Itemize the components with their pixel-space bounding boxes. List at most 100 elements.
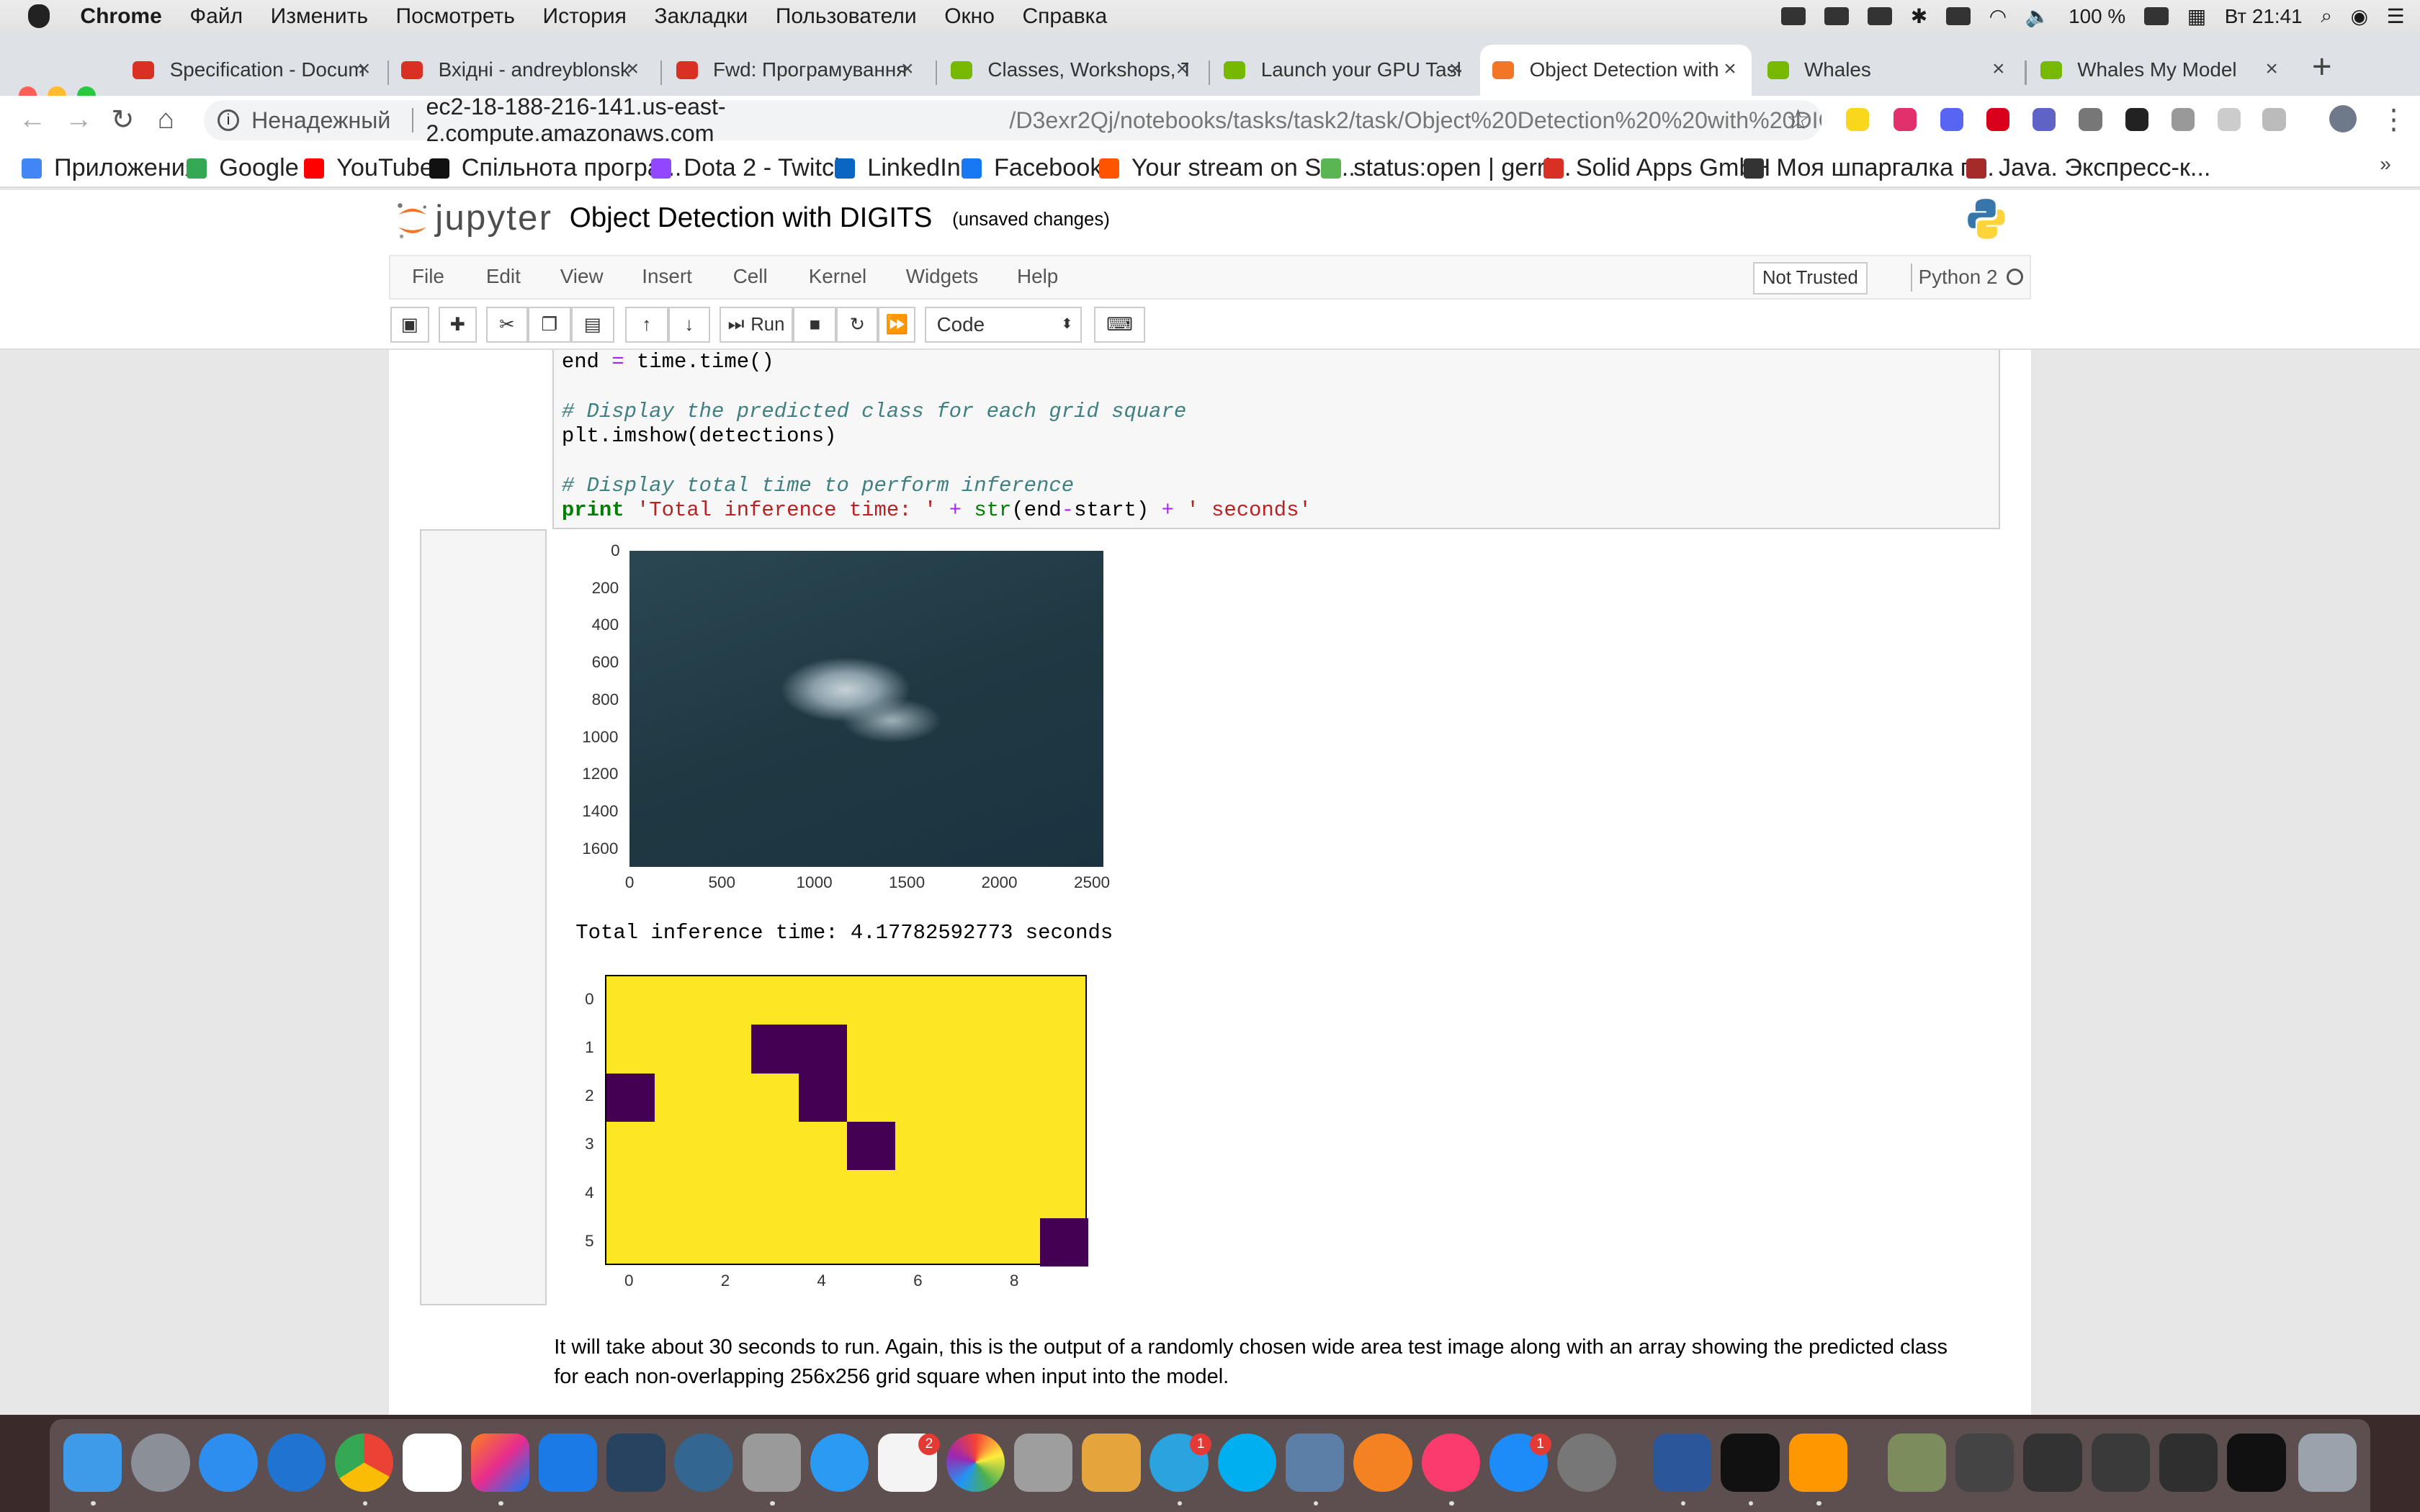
status-icon-dropbox[interactable] bbox=[1780, 6, 1806, 26]
back-icon[interactable]: ← bbox=[19, 104, 47, 135]
menu-users[interactable]: Пользователи bbox=[776, 4, 917, 29]
menu-edit[interactable]: Edit bbox=[486, 265, 521, 288]
database-icon[interactable] bbox=[742, 1433, 802, 1493]
launchpad-icon[interactable] bbox=[131, 1433, 190, 1493]
tab-nvidia-classes[interactable]: Classes, Workshops, T × bbox=[938, 45, 1204, 96]
bookmark-soundcloud[interactable]: Your stream on So... bbox=[1098, 154, 1355, 182]
extension-icon[interactable] bbox=[2218, 108, 2241, 132]
menu-cell[interactable]: Cell bbox=[733, 265, 768, 288]
tab-object-detection[interactable]: Object Detection with × bbox=[1480, 45, 1752, 96]
terminal-icon[interactable] bbox=[1721, 1433, 1780, 1493]
info-icon[interactable]: i bbox=[218, 109, 239, 132]
tab-gmail-fwd[interactable]: Fwd: Програмування × bbox=[663, 45, 929, 96]
shazam-icon[interactable] bbox=[810, 1433, 869, 1493]
insert-cell-button[interactable]: ✚ bbox=[438, 307, 478, 343]
menu-view[interactable]: Посмотреть bbox=[396, 4, 515, 29]
extension-icon[interactable] bbox=[2172, 108, 2195, 132]
keyboard-icon[interactable] bbox=[1945, 6, 1971, 26]
paste-button[interactable]: ▤ bbox=[570, 307, 614, 343]
reload-icon[interactable]: ↻ bbox=[111, 104, 134, 136]
interrupt-button[interactable]: ■ bbox=[793, 307, 837, 343]
skype-icon[interactable] bbox=[1217, 1433, 1277, 1493]
apple-icon[interactable] bbox=[27, 4, 50, 28]
code-cell[interactable]: end = time.time() # Display the predicte… bbox=[552, 350, 2001, 529]
extension-icon[interactable] bbox=[2079, 108, 2102, 132]
spotlight-icon[interactable]: ⌕ bbox=[2321, 4, 2332, 28]
battery-percent[interactable]: 100 % bbox=[2069, 5, 2125, 28]
menu-app-name[interactable]: Chrome bbox=[80, 4, 161, 29]
word-icon[interactable] bbox=[1653, 1433, 1712, 1493]
tab-close-icon[interactable]: × bbox=[1992, 57, 2005, 81]
trust-button[interactable]: Not Trusted bbox=[1753, 262, 1868, 295]
notebook-title[interactable]: Object Detection with DIGITS bbox=[570, 202, 933, 234]
navigation-app-icon[interactable] bbox=[266, 1433, 326, 1493]
extension-icon[interactable] bbox=[2125, 108, 2148, 132]
status-icon-headphones[interactable] bbox=[1867, 6, 1893, 26]
wifi-icon[interactable]: ◠ bbox=[1989, 4, 2007, 28]
extension-icon[interactable] bbox=[1986, 108, 2009, 132]
avatar[interactable] bbox=[2329, 104, 2357, 133]
extension-icon[interactable] bbox=[1894, 108, 1917, 132]
photos-icon[interactable] bbox=[946, 1433, 1005, 1493]
utility-app-icon[interactable] bbox=[1286, 1433, 1345, 1493]
command-palette-button[interactable]: ⌨ bbox=[1094, 307, 1145, 343]
menu-view[interactable]: View bbox=[560, 265, 604, 288]
restart-button[interactable]: ↻ bbox=[836, 307, 879, 343]
tab-specification[interactable]: Specification - Docum × bbox=[120, 45, 386, 96]
menu-edit[interactable]: Изменить bbox=[271, 4, 368, 29]
chrome-menu-icon[interactable]: ⋮ bbox=[2380, 104, 2408, 136]
move-down-button[interactable]: ↓ bbox=[668, 307, 710, 343]
intellij-icon[interactable] bbox=[470, 1433, 529, 1493]
flame-app-icon[interactable] bbox=[1353, 1433, 1412, 1493]
bookmark-apps[interactable]: Приложения bbox=[22, 154, 198, 182]
menu-kernel[interactable]: Kernel bbox=[809, 265, 867, 288]
finder-icon[interactable] bbox=[63, 1433, 122, 1493]
tab-launch-gpu[interactable]: Launch your GPU Task × bbox=[1211, 45, 1477, 96]
cut-button[interactable]: ✂ bbox=[486, 307, 528, 343]
menu-file[interactable]: Файл bbox=[189, 4, 243, 29]
menu-file[interactable]: File bbox=[412, 265, 444, 288]
postgresql-icon[interactable] bbox=[674, 1433, 733, 1493]
bookmark-cheatsheet[interactable]: Моя шпаргалка п... bbox=[1744, 154, 1994, 182]
bookmark-twitch[interactable]: Dota 2 - Twitch bbox=[651, 154, 848, 182]
menu-insert[interactable]: Insert bbox=[642, 265, 692, 288]
tab-close-icon[interactable]: × bbox=[901, 57, 914, 81]
menu-help[interactable]: Help bbox=[1017, 265, 1058, 288]
menu-bookmarks[interactable]: Закладки bbox=[654, 4, 748, 29]
trash-icon[interactable] bbox=[2298, 1433, 2357, 1493]
new-tab-button[interactable]: + bbox=[2312, 46, 2332, 86]
notification-center-icon[interactable]: ☰ bbox=[2387, 4, 2405, 28]
bookmarks-overflow-icon[interactable]: » bbox=[2380, 153, 2391, 176]
minimized-window-icon[interactable] bbox=[2227, 1433, 2286, 1493]
extension-icon[interactable] bbox=[2033, 108, 2056, 132]
calculator-icon[interactable] bbox=[1013, 1433, 1073, 1493]
tab-whales-my-model[interactable]: Whales My Model × bbox=[2028, 45, 2294, 96]
tab-whales[interactable]: Whales × bbox=[1754, 45, 2020, 96]
menu-help[interactable]: Справка bbox=[1022, 4, 1107, 29]
chrome-icon[interactable] bbox=[335, 1433, 394, 1493]
bookmark-linkedin[interactable]: LinkedIn bbox=[835, 154, 961, 182]
bookmark-youtube[interactable]: YouTube bbox=[304, 154, 434, 182]
jupyter-logo-icon[interactable] bbox=[395, 201, 429, 241]
save-button[interactable]: ▣ bbox=[390, 307, 429, 343]
cell-type-select[interactable]: Code ⬍ bbox=[924, 307, 1083, 343]
menu-window[interactable]: Окно bbox=[944, 4, 995, 29]
menu-history[interactable]: История bbox=[543, 4, 627, 29]
extension-icon[interactable] bbox=[1940, 108, 1963, 132]
battery-icon[interactable] bbox=[2143, 6, 2169, 26]
bookmark-star-icon[interactable]: ☆ bbox=[1785, 104, 1811, 136]
address-bar[interactable]: i Ненадежный ec2-18-188-216-141.us-east-… bbox=[203, 94, 1821, 146]
restart-run-all-button[interactable]: ⏩ bbox=[878, 307, 915, 343]
mysql-workbench-icon[interactable] bbox=[606, 1433, 666, 1493]
home-icon[interactable]: ⌂ bbox=[158, 104, 174, 135]
preview-icon[interactable] bbox=[1082, 1433, 1141, 1493]
extension-icon[interactable] bbox=[2262, 108, 2286, 132]
minimized-window-icon[interactable] bbox=[1955, 1433, 2015, 1493]
minimized-window-icon[interactable] bbox=[2023, 1433, 2082, 1493]
status-icon-upload[interactable] bbox=[1824, 6, 1850, 26]
itunes-icon[interactable] bbox=[1421, 1433, 1480, 1493]
output-prompt-area[interactable] bbox=[419, 528, 547, 1305]
extension-icon[interactable] bbox=[1845, 108, 1869, 132]
minimized-window-icon[interactable] bbox=[2091, 1433, 2150, 1493]
jupyter-wordmark[interactable]: jupyter bbox=[435, 197, 552, 238]
